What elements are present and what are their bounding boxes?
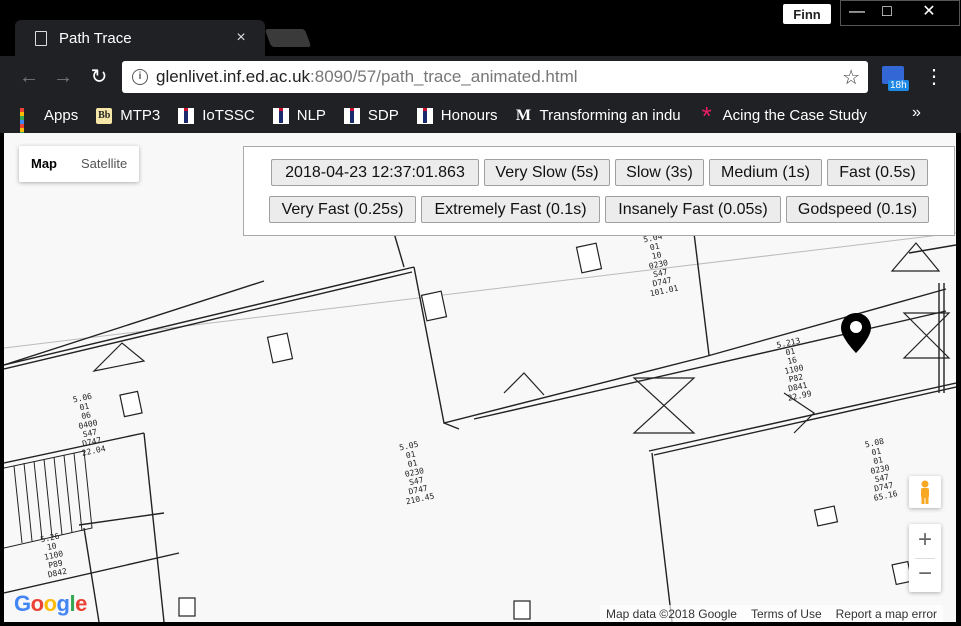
menu-dots-icon[interactable]: ⋮: [924, 64, 944, 90]
street-view-pegman-icon[interactable]: [909, 476, 941, 508]
tab-close-icon[interactable]: ×: [231, 29, 251, 47]
bookmark-label: Acing the Case Study: [722, 107, 867, 124]
address-bar[interactable]: i glenlivet.inf.ed.ac.uk :8090/57/path_t…: [122, 61, 868, 93]
uoe-icon: [343, 107, 360, 124]
bookmark-nlp[interactable]: NLP: [272, 107, 326, 124]
location-marker-icon[interactable]: [839, 311, 873, 355]
extremely-fast-button[interactable]: Extremely Fast (0.1s): [421, 196, 600, 223]
page-icon: [35, 30, 47, 46]
bookmark-label: Honours: [440, 107, 498, 124]
url-path: :8090/57/path_trace_animated.html: [310, 67, 578, 86]
back-icon[interactable]: ←: [18, 66, 40, 88]
bookmark-mtp3[interactable]: Bb MTP3: [96, 107, 160, 124]
map-attribution: Map data ©2018 Google Terms of Use Repor…: [600, 605, 943, 622]
google-logo-letter: o: [30, 591, 44, 616]
reload-icon[interactable]: ↻: [88, 66, 110, 88]
forward-icon[interactable]: →: [52, 66, 74, 88]
uoe-icon: [178, 107, 195, 124]
asterisk-icon: *: [701, 100, 712, 131]
terms-of-use-link[interactable]: Terms of Use: [751, 607, 822, 621]
bookmark-label: NLP: [296, 107, 326, 124]
bookmark-apps[interactable]: Apps: [20, 107, 79, 144]
zoom-control: + −: [909, 524, 941, 592]
timestamp-button[interactable]: 2018-04-23 12:37:01.863: [271, 159, 479, 186]
window-close-icon[interactable]: ✕: [914, 2, 944, 24]
zoom-in-button[interactable]: +: [909, 524, 941, 558]
maximize-icon[interactable]: □: [872, 2, 902, 24]
speed-control-panel: 2018-04-23 12:37:01.863 Very Slow (5s) S…: [243, 146, 955, 236]
bookmark-sdp[interactable]: SDP: [343, 107, 399, 124]
google-logo-letter: e: [75, 591, 87, 616]
tab-title: Path Trace: [59, 29, 132, 47]
apps-grid-icon: [20, 107, 36, 144]
google-logo-letter: G: [14, 591, 31, 616]
door-symbols: [92, 242, 951, 434]
bookmarks-bar: Apps Bb MTP3 IoTSSC NLP SDP Honours M Tr…: [0, 98, 961, 144]
uoe-icon: [416, 107, 433, 124]
map-data-text: Map data ©2018 Google: [606, 606, 737, 621]
bookmark-label: SDP: [367, 107, 399, 124]
tab-path-trace[interactable]: Path Trace ×: [15, 20, 265, 56]
report-map-error-link[interactable]: Report a map error: [836, 607, 937, 621]
godspeed-button[interactable]: Godspeed (0.1s): [786, 196, 929, 223]
extension-badge: 18h: [888, 80, 909, 91]
medium-button[interactable]: Medium (1s): [709, 159, 822, 186]
bookmark-acing[interactable]: * Acing the Case Study: [699, 100, 867, 131]
zoom-divider: [915, 558, 935, 559]
very-slow-button[interactable]: Very Slow (5s): [484, 159, 610, 186]
floor-plan-walls: [4, 172, 956, 622]
bookmark-label: Apps: [44, 107, 79, 124]
blackboard-icon: Bb: [96, 107, 113, 124]
bookmark-label: IoTSSC: [202, 107, 255, 124]
bookmark-honours[interactable]: Honours: [416, 107, 498, 124]
bookmarks-overflow-icon[interactable]: »: [912, 104, 921, 122]
zoom-out-button[interactable]: −: [909, 558, 941, 592]
google-logo: Google: [14, 591, 87, 617]
slow-button[interactable]: Slow (3s): [615, 159, 704, 186]
browser-chrome: Path Trace × Finn — □ ✕ ← → ↻ i glenlive…: [0, 0, 961, 144]
fast-button[interactable]: Fast (0.5s): [827, 159, 928, 186]
new-tab-button[interactable]: [264, 29, 312, 47]
medium-icon: M: [515, 106, 532, 124]
google-logo-letter: o: [43, 591, 57, 616]
google-logo-letter: g: [56, 591, 70, 616]
minimize-icon[interactable]: —: [842, 2, 872, 24]
extension-icon[interactable]: 18h: [882, 64, 909, 92]
pillars: [119, 242, 913, 620]
bookmark-iotssc[interactable]: IoTSSC: [178, 107, 255, 124]
profile-button[interactable]: Finn: [783, 4, 831, 24]
map-viewport[interactable]: 5.04 01 10 0230 S47 D747 101.01 5.213 01 16 1100 P8…: [4, 133, 956, 622]
bookmark-star-icon[interactable]: ☆: [842, 65, 860, 90]
tab-strip: Path Trace × Finn — □ ✕: [0, 0, 961, 56]
uoe-icon: [272, 107, 289, 124]
map-type-map-button[interactable]: Map: [19, 146, 69, 182]
bookmark-label: Transforming an indu: [539, 107, 681, 124]
map-type-satellite-button[interactable]: Satellite: [69, 146, 139, 182]
bookmark-transforming[interactable]: M Transforming an indu: [515, 106, 681, 124]
info-icon[interactable]: i: [132, 69, 148, 85]
url-host: glenlivet.inf.ed.ac.uk: [156, 67, 311, 86]
very-fast-button[interactable]: Very Fast (0.25s): [269, 196, 416, 223]
insanely-fast-button[interactable]: Insanely Fast (0.05s): [605, 196, 781, 223]
bookmark-label: MTP3: [120, 107, 161, 124]
map-type-control: Map Satellite: [19, 146, 140, 182]
